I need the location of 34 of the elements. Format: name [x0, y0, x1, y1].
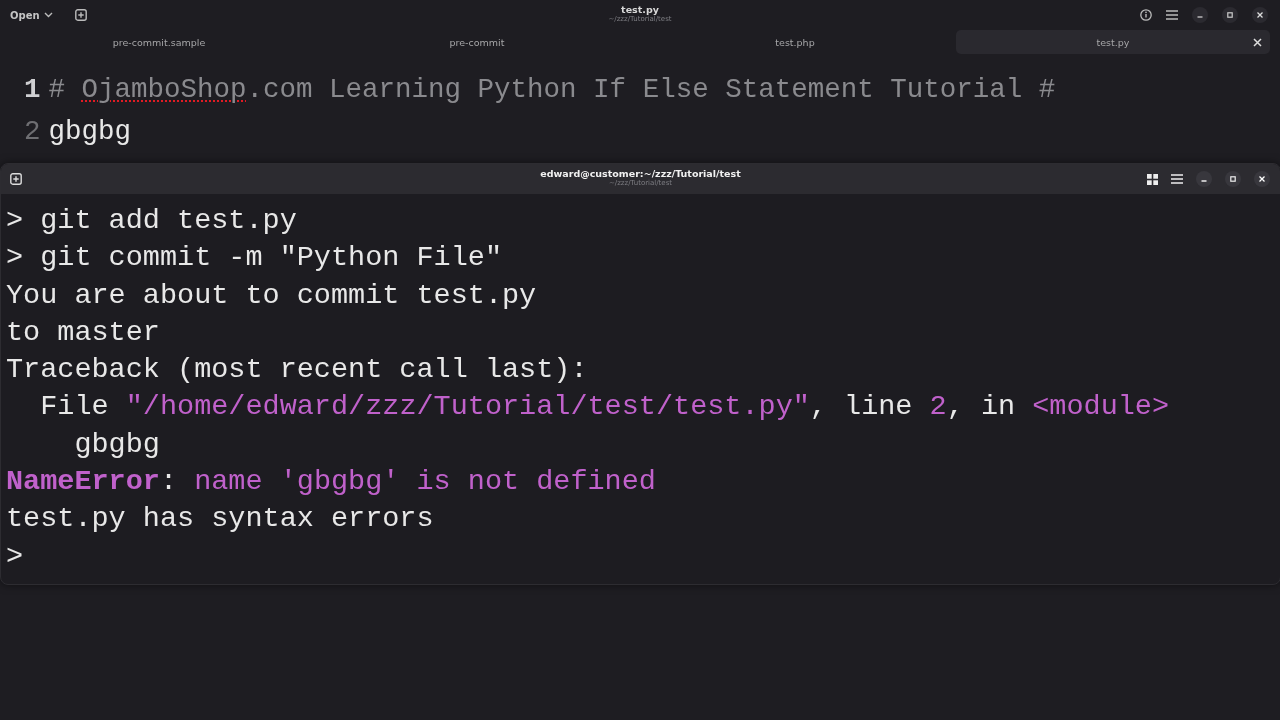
terminal-line: > git add test.py	[6, 203, 297, 239]
terminal-line: NameError: name 'gbgbg' is not defined	[6, 464, 656, 501]
terminal-line: to master	[6, 314, 160, 351]
close-icon[interactable]	[1252, 7, 1268, 23]
code-line: # OjamboShop.com Learning Python If Else Statement Tutorial #	[48, 73, 1056, 105]
maximize-icon[interactable]	[1222, 7, 1238, 23]
terminal-line: gbgbg	[73, 426, 160, 463]
close-icon[interactable]	[1253, 37, 1262, 47]
new-tab-icon[interactable]	[74, 9, 87, 21]
grid-icon[interactable]	[1147, 173, 1158, 185]
close-icon[interactable]	[1254, 171, 1270, 187]
code-line: gbgbg	[48, 115, 132, 147]
minimize-icon[interactable]	[1196, 171, 1212, 187]
menu-icon[interactable]	[1166, 10, 1178, 20]
terminal-line: File "/home/edward/zzz/Tutorial/test/test.py", line 2, in <module>	[39, 389, 1170, 426]
tab[interactable]: pre-commit.sample	[2, 30, 316, 54]
line-number: 1	[24, 73, 41, 105]
terminal-line: > git commit -m "Python File"	[6, 240, 502, 277]
terminal-line: You are about to commit test.py	[6, 277, 537, 314]
window-title: test.py	[621, 4, 659, 15]
terminal-line: >	[6, 538, 24, 575]
line-number: 2	[24, 115, 41, 147]
info-icon[interactable]	[1140, 9, 1152, 21]
terminal-line: test.py has syntax errors	[6, 501, 434, 538]
tab[interactable]: test.php	[638, 30, 952, 54]
terminal-line: Traceback (most recent call last):	[6, 352, 588, 389]
new-tab-icon[interactable]	[10, 173, 22, 185]
terminal-title: edward@customer:~/zzz/Tutorial/test	[540, 168, 741, 179]
caret-icon	[43, 12, 53, 18]
tab[interactable]: test.py	[956, 30, 1270, 54]
open-button[interactable]: Open	[10, 9, 53, 21]
maximize-icon[interactable]	[1225, 171, 1241, 187]
tab[interactable]: pre-commit	[320, 30, 634, 54]
minimize-icon[interactable]	[1192, 7, 1208, 23]
